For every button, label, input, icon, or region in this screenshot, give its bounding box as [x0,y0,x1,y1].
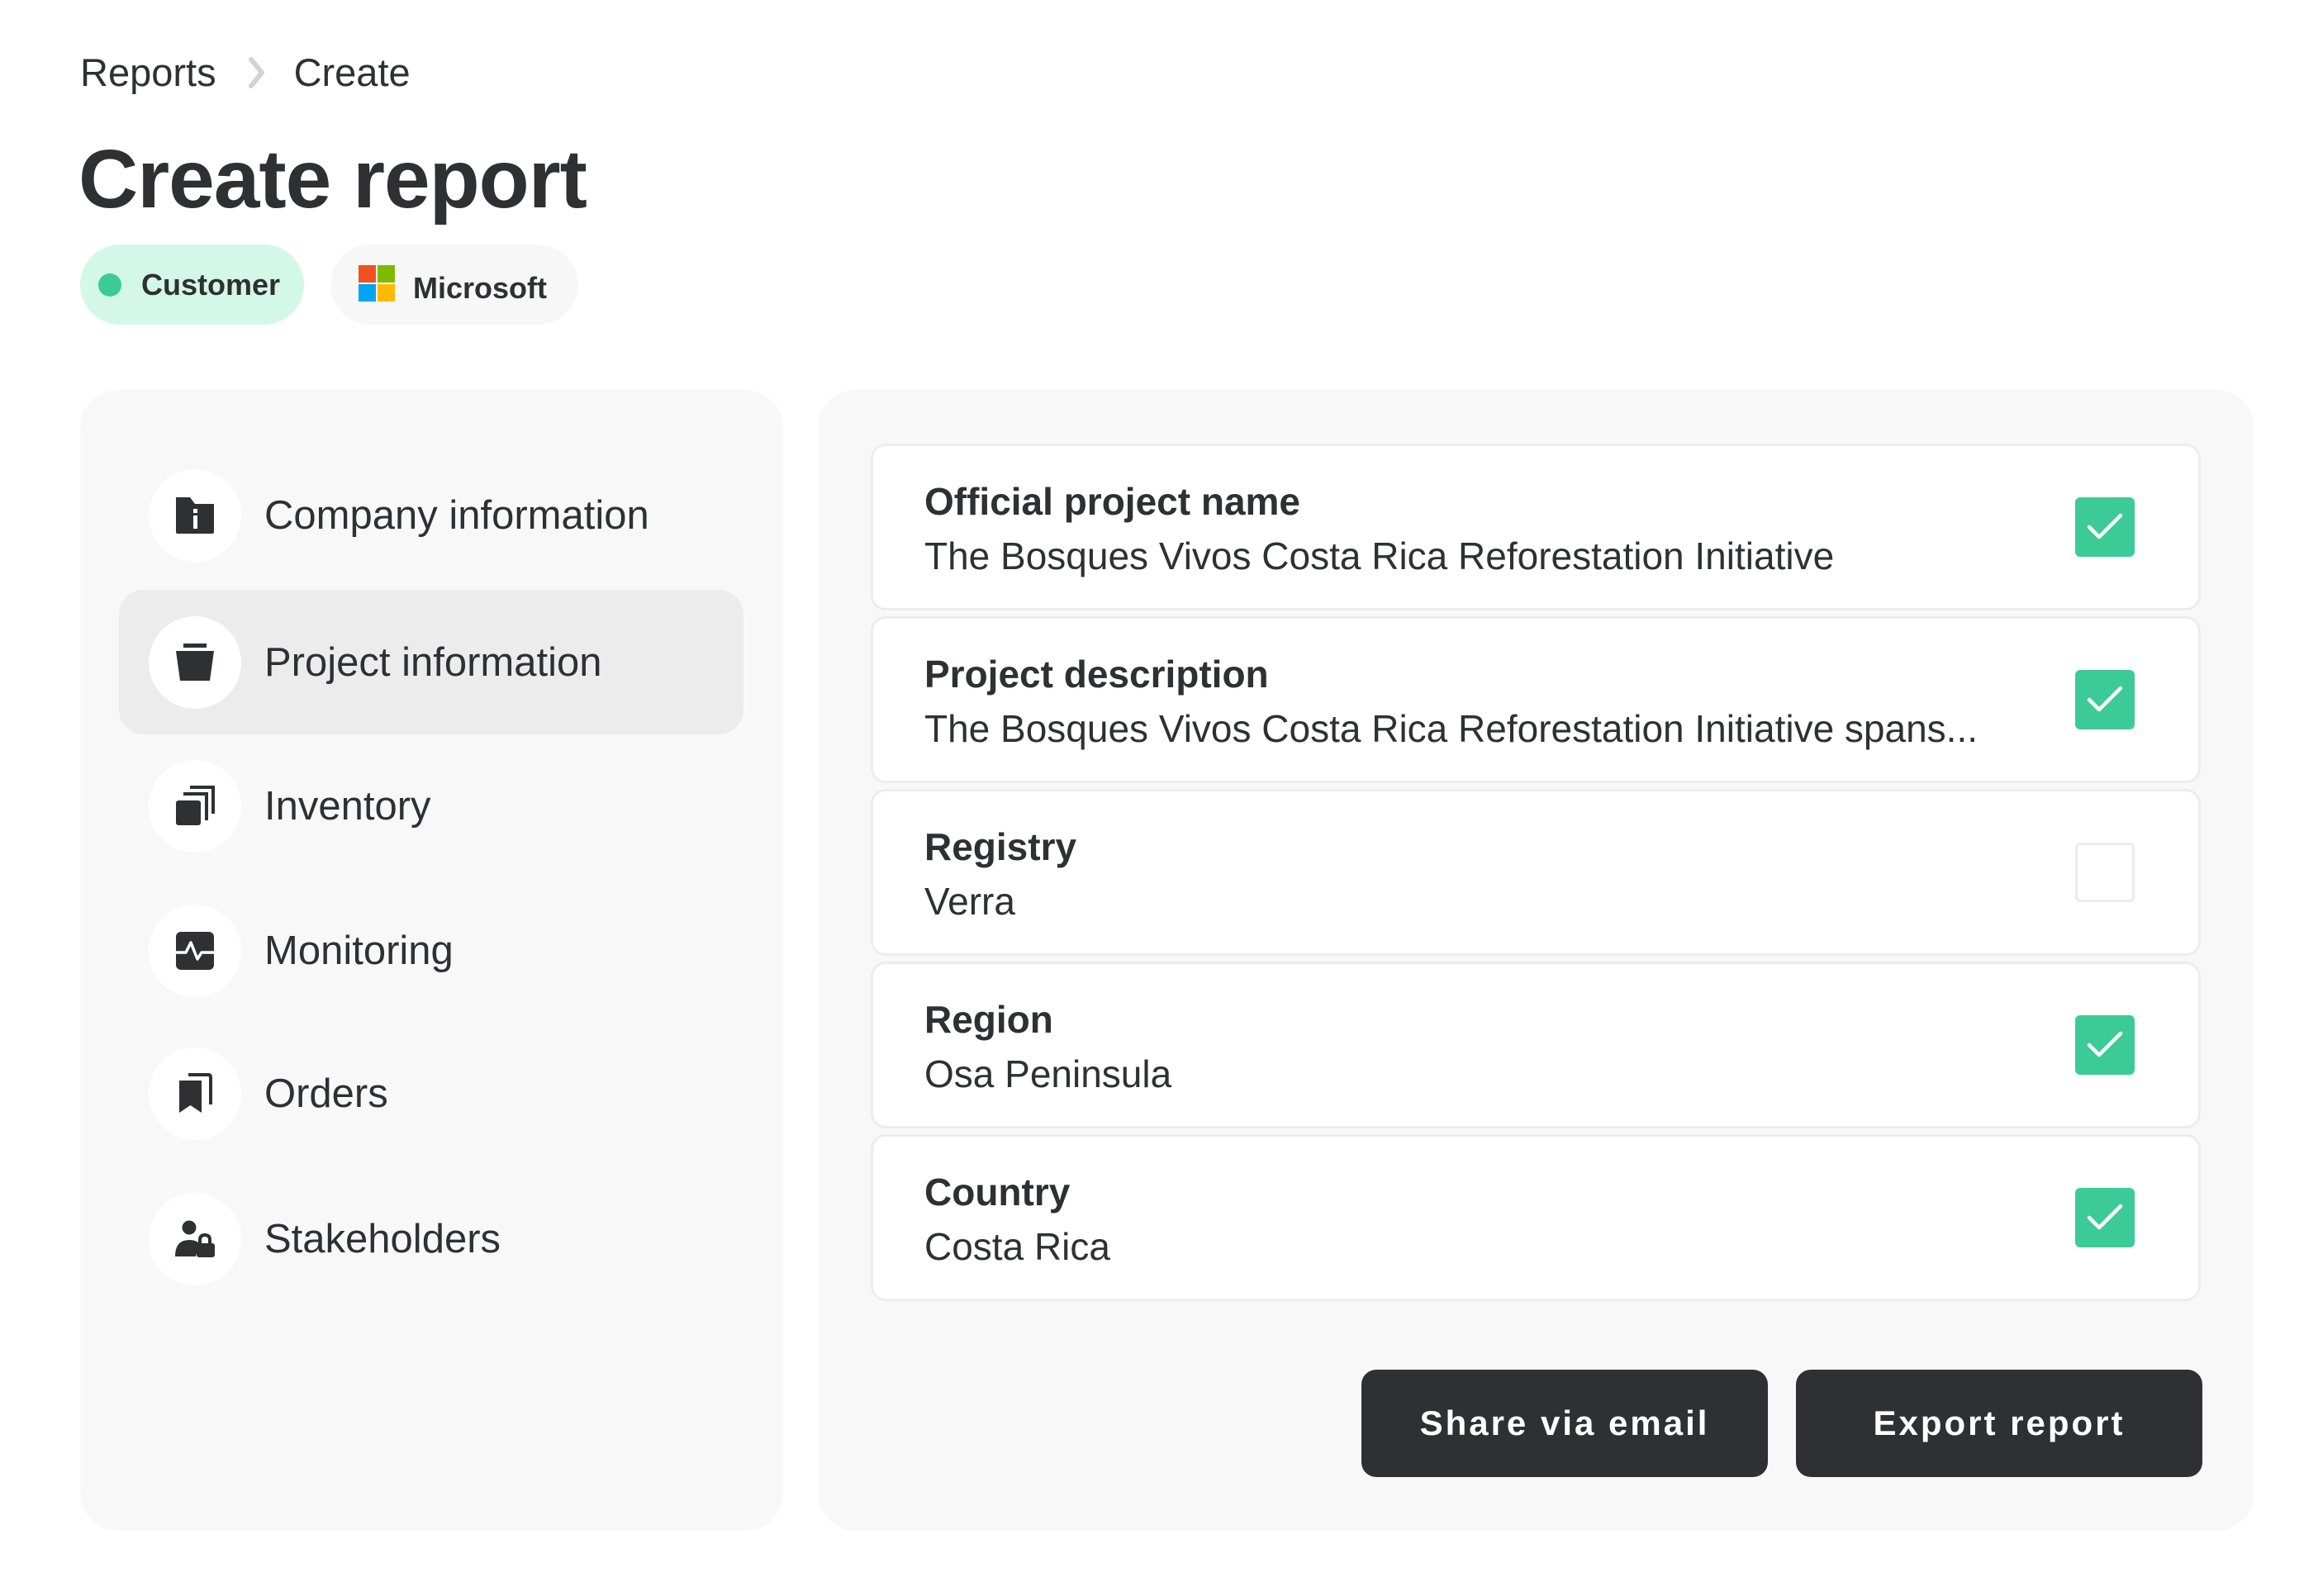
field-registry: Registry Verra [871,789,2201,956]
stacked-layers-icon [149,759,241,853]
chip-label: Customer [141,267,281,302]
export-report-button[interactable]: Export report [1796,1370,2202,1477]
field-country: Country Costa Rica [871,1134,2201,1301]
include-checkbox[interactable] [2075,1015,2135,1075]
breadcrumb-create[interactable]: Create [294,50,411,95]
field-value: The Bosques Vivos Costa Rica Reforestati… [924,534,1835,577]
field-label: Region [924,998,1053,1041]
project-information-panel: Official project name The Bosques Vivos … [818,390,2254,1531]
sidebar-item-label: Orders [264,1071,388,1116]
field-value: Verra [924,880,1015,923]
chip-label: Microsoft [413,270,547,305]
sidebar-item-monitoring[interactable]: Monitoring [119,878,743,1023]
field-label: Project description [924,653,1269,696]
breadcrumb-reports[interactable]: Reports [80,50,216,95]
checkmark-icon [2087,513,2123,539]
include-checkbox[interactable] [2075,670,2135,729]
company-chip: Microsoft [330,245,578,325]
sidebar-item-orders[interactable]: Orders [119,1021,743,1166]
sidebar-item-label: Monitoring [264,928,454,973]
breadcrumb: Reports Create [80,50,411,95]
sidebar-item-inventory[interactable]: Inventory [119,734,743,878]
checkmark-icon [2087,1031,2123,1057]
bucket-icon [149,615,241,709]
sidebar-item-label: Inventory [264,783,431,829]
sidebar-item-label: Company information [264,492,649,538]
user-lock-icon [149,1192,241,1285]
field-value: The Bosques Vivos Costa Rica Reforestati… [924,707,1979,750]
field-region: Region Osa Peninsula [871,962,2201,1128]
checkmark-icon [2087,686,2123,712]
field-official-project-name: Official project name The Bosques Vivos … [871,444,2201,610]
field-label: Country [924,1171,1071,1214]
customer-chip: Customer [80,245,304,325]
activity-pulse-icon [149,904,241,997]
field-label: Registry [924,825,1077,868]
sidebar-item-stakeholders[interactable]: Stakeholders [119,1166,743,1311]
bookmarks-icon [149,1047,241,1140]
field-value: Costa Rica [924,1225,1110,1268]
field-value: Osa Peninsula [924,1052,1172,1095]
checkmark-icon [2087,1204,2123,1230]
sidebar-item-label: Project information [264,639,602,685]
share-via-email-button[interactable]: Share via email [1361,1370,1768,1477]
sidebar-item-project-information[interactable]: Project information [119,590,743,734]
field-project-description: Project description The Bosques Vivos Co… [871,616,2201,783]
status-dot-icon [98,273,121,297]
field-label: Official project name [924,480,1301,523]
microsoft-logo-icon [359,264,395,302]
page-title: Create report [78,133,587,226]
sidebar-item-company-information[interactable]: Company information [119,443,743,587]
section-sidebar: Company information Project information … [80,390,783,1531]
folder-info-icon [149,468,241,562]
sidebar-item-label: Stakeholders [264,1216,501,1261]
chevron-right-icon [248,56,266,89]
include-checkbox[interactable] [2075,497,2135,557]
include-checkbox[interactable] [2075,1188,2135,1247]
include-checkbox[interactable] [2075,843,2135,902]
